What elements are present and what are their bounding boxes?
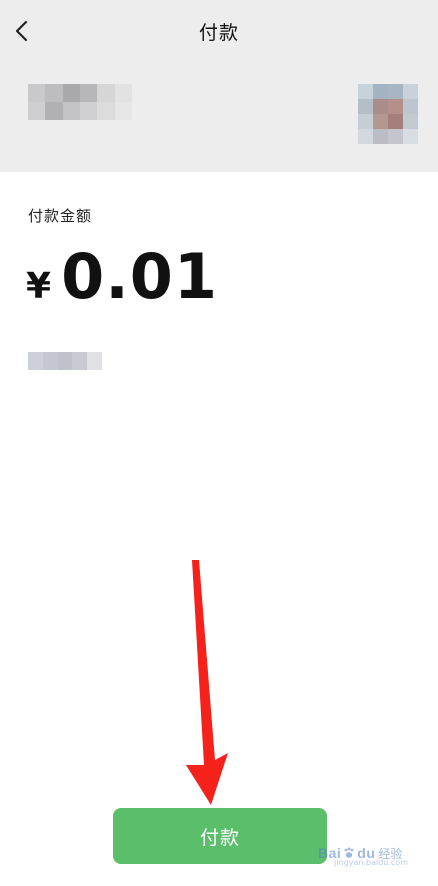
payee-name-blurred	[28, 84, 132, 120]
payee-avatar	[358, 84, 418, 144]
watermark-url: jingyan.baidu.com	[334, 858, 408, 867]
add-note-blurred[interactable]	[28, 352, 102, 370]
pay-button[interactable]: 付款	[113, 808, 327, 864]
amount-value[interactable]: 0.01	[61, 240, 218, 313]
amount-label: 付款金额	[28, 207, 93, 225]
amount-row: ¥ 0.01	[26, 240, 218, 320]
page-title: 付款	[198, 22, 239, 44]
baidu-jingyan-watermark: Bai du 经验 jingyan.baidu.com	[318, 842, 410, 867]
currency-symbol: ¥	[26, 266, 52, 307]
